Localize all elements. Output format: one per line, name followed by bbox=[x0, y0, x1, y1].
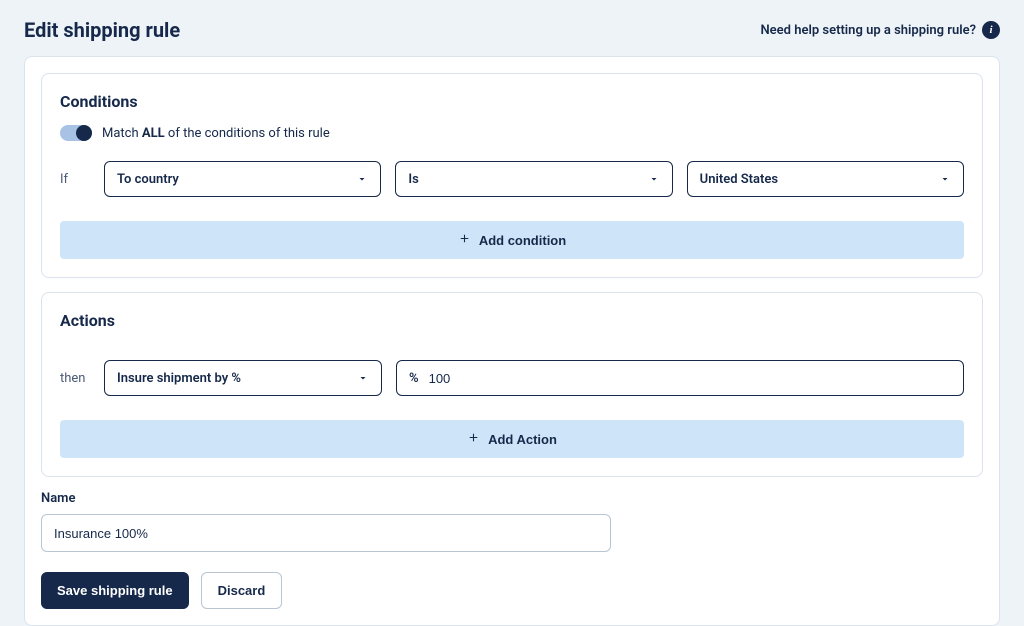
condition-row: If To country Is United States bbox=[60, 161, 964, 197]
add-condition-button[interactable]: Add condition bbox=[60, 221, 964, 259]
condition-value-value: United States bbox=[700, 172, 778, 187]
footer-buttons: Save shipping rule Discard bbox=[41, 572, 983, 609]
action-value-field[interactable]: % bbox=[396, 360, 964, 396]
help-link[interactable]: Need help setting up a shipping rule? i bbox=[760, 21, 1000, 39]
name-section: Name bbox=[41, 491, 983, 552]
page-title: Edit shipping rule bbox=[24, 18, 180, 42]
toggle-knob bbox=[76, 125, 92, 141]
chevron-down-icon bbox=[356, 173, 368, 185]
action-type-value: Insure shipment by % bbox=[117, 371, 241, 386]
then-label: then bbox=[60, 371, 90, 386]
condition-field-value: To country bbox=[117, 172, 179, 187]
match-mode-toggle[interactable] bbox=[60, 125, 92, 141]
action-row: then Insure shipment by % % bbox=[60, 360, 964, 396]
match-mode-row: Match ALL of the conditions of this rule bbox=[60, 125, 964, 141]
plus-icon bbox=[458, 232, 471, 248]
condition-operator-value: Is bbox=[408, 172, 418, 187]
conditions-section: Conditions Match ALL of the conditions o… bbox=[41, 73, 983, 278]
percent-prefix: % bbox=[409, 371, 419, 386]
match-mode-text: Match ALL of the conditions of this rule bbox=[102, 126, 330, 141]
plus-icon bbox=[467, 431, 480, 447]
add-action-label: Add Action bbox=[488, 432, 557, 447]
info-icon: i bbox=[982, 21, 1000, 39]
condition-value-select[interactable]: United States bbox=[687, 161, 964, 197]
add-action-button[interactable]: Add Action bbox=[60, 420, 964, 458]
help-text: Need help setting up a shipping rule? bbox=[760, 23, 976, 38]
action-value-input[interactable] bbox=[429, 371, 951, 386]
rule-name-input[interactable] bbox=[41, 514, 611, 552]
action-type-select[interactable]: Insure shipment by % bbox=[104, 360, 382, 396]
condition-operator-select[interactable]: Is bbox=[395, 161, 672, 197]
actions-section: Actions then Insure shipment by % % Add … bbox=[41, 292, 983, 477]
chevron-down-icon bbox=[648, 173, 660, 185]
chevron-down-icon bbox=[357, 372, 369, 384]
rule-form: Conditions Match ALL of the conditions o… bbox=[24, 56, 1000, 626]
chevron-down-icon bbox=[939, 173, 951, 185]
save-button[interactable]: Save shipping rule bbox=[41, 572, 189, 609]
condition-field-select[interactable]: To country bbox=[104, 161, 381, 197]
actions-title: Actions bbox=[60, 311, 964, 330]
if-label: If bbox=[60, 172, 90, 187]
discard-button[interactable]: Discard bbox=[201, 572, 283, 609]
page-header: Edit shipping rule Need help setting up … bbox=[24, 18, 1000, 42]
add-condition-label: Add condition bbox=[479, 233, 566, 248]
conditions-title: Conditions bbox=[60, 92, 964, 111]
name-label: Name bbox=[41, 491, 983, 506]
